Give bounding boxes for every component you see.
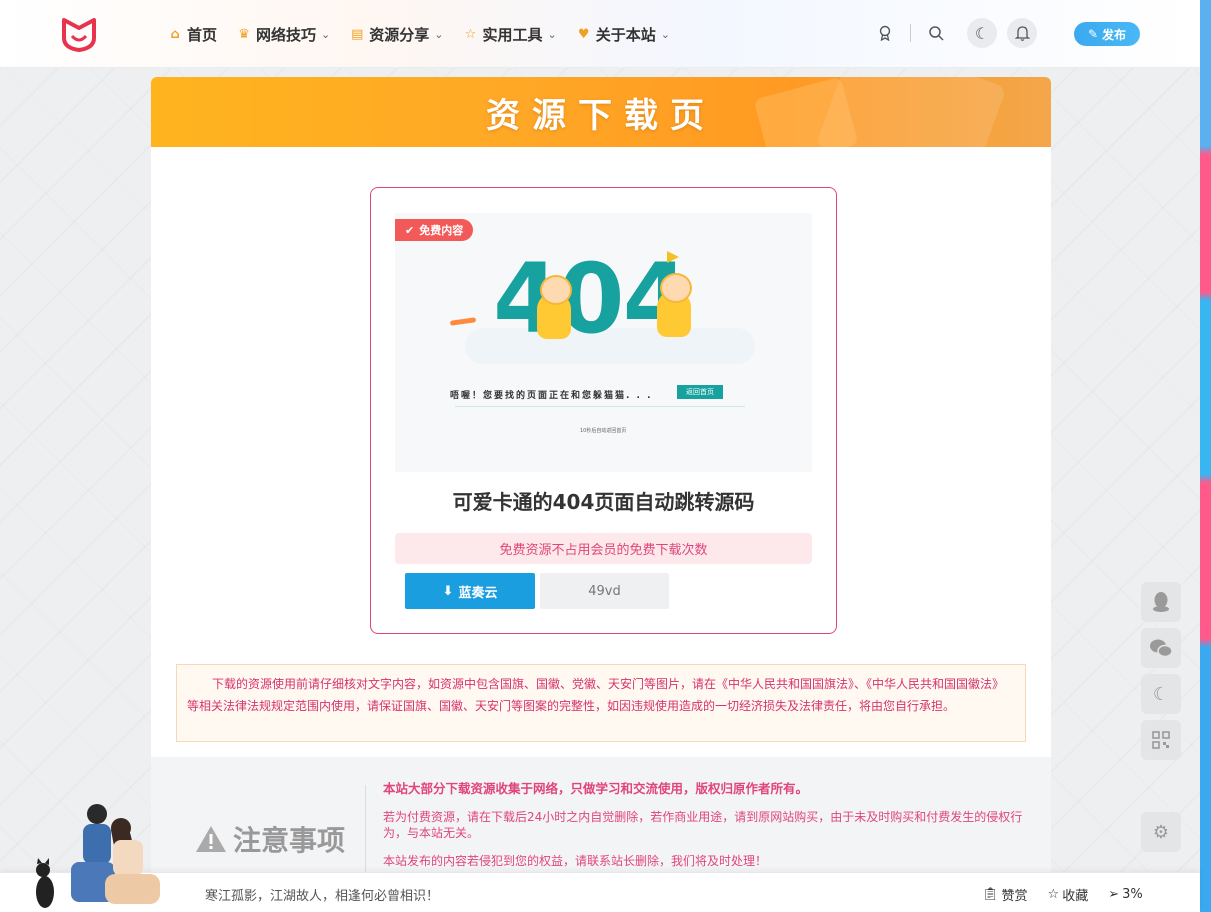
preview-home-button: 返回首页: [677, 385, 723, 399]
nav-label: 实用工具: [482, 25, 543, 44]
medal-icon[interactable]: [870, 18, 900, 48]
reward-label: 赞赏: [1001, 889, 1028, 904]
chevron-down-icon: ⌄: [660, 27, 670, 41]
floating-toolbar: ☾: [1141, 582, 1181, 760]
edge-color-stripe: [1200, 0, 1211, 912]
notice-text: 本站大部分下载资源收集于网络，只做学习和交流使用，版权归原作者所有。 若为付费资…: [383, 781, 1028, 881]
footer-actions: 📋︎ 赞赏 ☆ 收藏 ➢ 3%: [982, 885, 1143, 904]
notice-heading: 注意事项: [195, 819, 345, 859]
divider: [910, 24, 911, 42]
page-banner: 资源下载页: [151, 77, 1051, 147]
moon-icon[interactable]: ☾: [1141, 674, 1181, 714]
download-label: 蓝奏云: [458, 585, 498, 601]
nav-item-resource-share[interactable]: ▤ 资源分享 ⌄: [350, 22, 443, 46]
progress-label: 3%: [1122, 887, 1143, 902]
favorite-label: 收藏: [1062, 889, 1089, 904]
nav-item-home[interactable]: ⌂ 首页: [168, 22, 217, 46]
flag-icon: [667, 251, 679, 263]
star-outline-icon: ☆: [1047, 887, 1060, 902]
star-icon: ☆: [464, 26, 477, 42]
page-title: 资源下载页: [486, 95, 716, 136]
resource-title: 可爱卡通的404页面自动跳转源码: [452, 490, 755, 514]
notice-heading-text: 注意事项: [233, 824, 346, 857]
check-icon: ✔: [405, 223, 415, 237]
notice-divider: [365, 785, 366, 885]
free-badge: ✔ 免费内容: [395, 219, 474, 241]
preview-divider: [455, 406, 745, 407]
warning-icon: [196, 826, 226, 852]
home-icon: ⌂: [170, 26, 180, 42]
gear-icon[interactable]: ⚙: [1141, 812, 1181, 852]
chevron-down-icon: ⌄: [434, 27, 444, 41]
download-icon: ⬇: [442, 583, 454, 599]
bottom-bar: 寒江孤影，江湖故人，相逢何必曾相识！ 📋︎ 赞赏 ☆ 收藏 ➢ 3%: [0, 872, 1200, 912]
footer-quote: 寒江孤影，江湖故人，相逢何必曾相识！: [205, 889, 440, 904]
bee-character-left: [537, 275, 572, 339]
publish-button[interactable]: ✎ 发布: [1074, 22, 1140, 46]
resource-box: ✔ 免费内容 404 唔喔！您要找的页面正在和您躲猫猫. . . 返回首页 10…: [370, 187, 837, 634]
main-nav: ⌂ 首页 ♛ 网络技巧 ⌄ ▤ 资源分享 ⌄ ☆ 实用工具 ⌄ ♥ 关于本站 ⌄: [168, 22, 670, 46]
header-icons: ☾: [870, 18, 1037, 48]
site-logo-icon[interactable]: [60, 16, 98, 52]
notice-paragraph: 若为付费资源，请在下载后24小时之内自觉删除，若作商业用途，请到原网站购买，由于…: [383, 810, 1023, 840]
nav-label: 关于本站: [595, 25, 656, 44]
pencil-icon: ✎: [1087, 27, 1099, 41]
nav-item-network-tips[interactable]: ♛ 网络技巧 ⌄: [237, 22, 330, 46]
favorite-button[interactable]: ☆ 收藏: [1048, 885, 1089, 904]
preview-message: 唔喔！您要找的页面正在和您躲猫猫. . .: [450, 391, 653, 401]
nav-label: 网络技巧: [256, 25, 317, 44]
notice-lead: 本站大部分下载资源收集于网络，只做学习和交流使用，版权归原作者所有。: [383, 781, 809, 796]
extract-code[interactable]: 49vd: [540, 573, 669, 609]
couple-illustration: [36, 804, 160, 908]
heart-icon: ♥: [577, 26, 590, 42]
main-card: 资源下载页 ✔ 免费内容 404 唔喔！您要找的页面正在和您躲猫猫. . . 返…: [151, 77, 1051, 912]
qrcode-icon[interactable]: [1141, 720, 1181, 760]
reward-button[interactable]: 📋︎ 赞赏: [982, 885, 1028, 904]
crown-icon: ♛: [238, 26, 250, 42]
rocket-trail: [449, 317, 477, 326]
publish-label: 发布: [1102, 27, 1127, 42]
search-icon[interactable]: [921, 18, 951, 48]
qq-icon[interactable]: [1141, 582, 1181, 622]
nav-label: 资源分享: [369, 25, 430, 44]
resource-preview-image: ✔ 免费内容 404 唔喔！您要找的页面正在和您躲猫猫. . . 返回首页 10…: [395, 213, 812, 472]
top-header: ⌂ 首页 ♛ 网络技巧 ⌄ ▤ 资源分享 ⌄ ☆ 实用工具 ⌄ ♥ 关于本站 ⌄: [0, 0, 1200, 68]
scroll-progress[interactable]: ➢ 3%: [1108, 885, 1143, 904]
book-icon: ▤: [351, 26, 364, 42]
nav-item-about[interactable]: ♥ 关于本站 ⌄: [577, 22, 670, 46]
bee-character-right: [657, 273, 692, 337]
dark-mode-icon[interactable]: ☾: [967, 18, 997, 48]
bell-icon[interactable]: [1007, 18, 1037, 48]
nav-item-tools[interactable]: ☆ 实用工具 ⌄: [463, 22, 557, 46]
nav-label: 首页: [187, 25, 218, 44]
free-note: 免费资源不占用会员的免费下载次数: [395, 533, 812, 564]
notice-paragraph: 本站发布的内容若侵犯到您的权益，请联系站长删除，我们将及时处理！: [383, 854, 768, 868]
chevron-down-icon: ⌄: [547, 27, 557, 41]
legal-notice: 下载的资源使用前请仔细核对文字内容，如资源中包含国旗、国徽、党徽、天安门等图片，…: [176, 664, 1026, 742]
free-badge-label: 免费内容: [419, 224, 464, 237]
paper-plane-icon: ➢: [1108, 887, 1120, 902]
download-button[interactable]: ⬇ 蓝奏云: [405, 573, 535, 609]
clipboard-icon: 📋︎: [982, 887, 999, 902]
preview-foot-text: 10秒后自动返回首页: [580, 428, 627, 434]
chevron-down-icon: ⌄: [321, 27, 331, 41]
wechat-icon[interactable]: [1141, 628, 1181, 668]
